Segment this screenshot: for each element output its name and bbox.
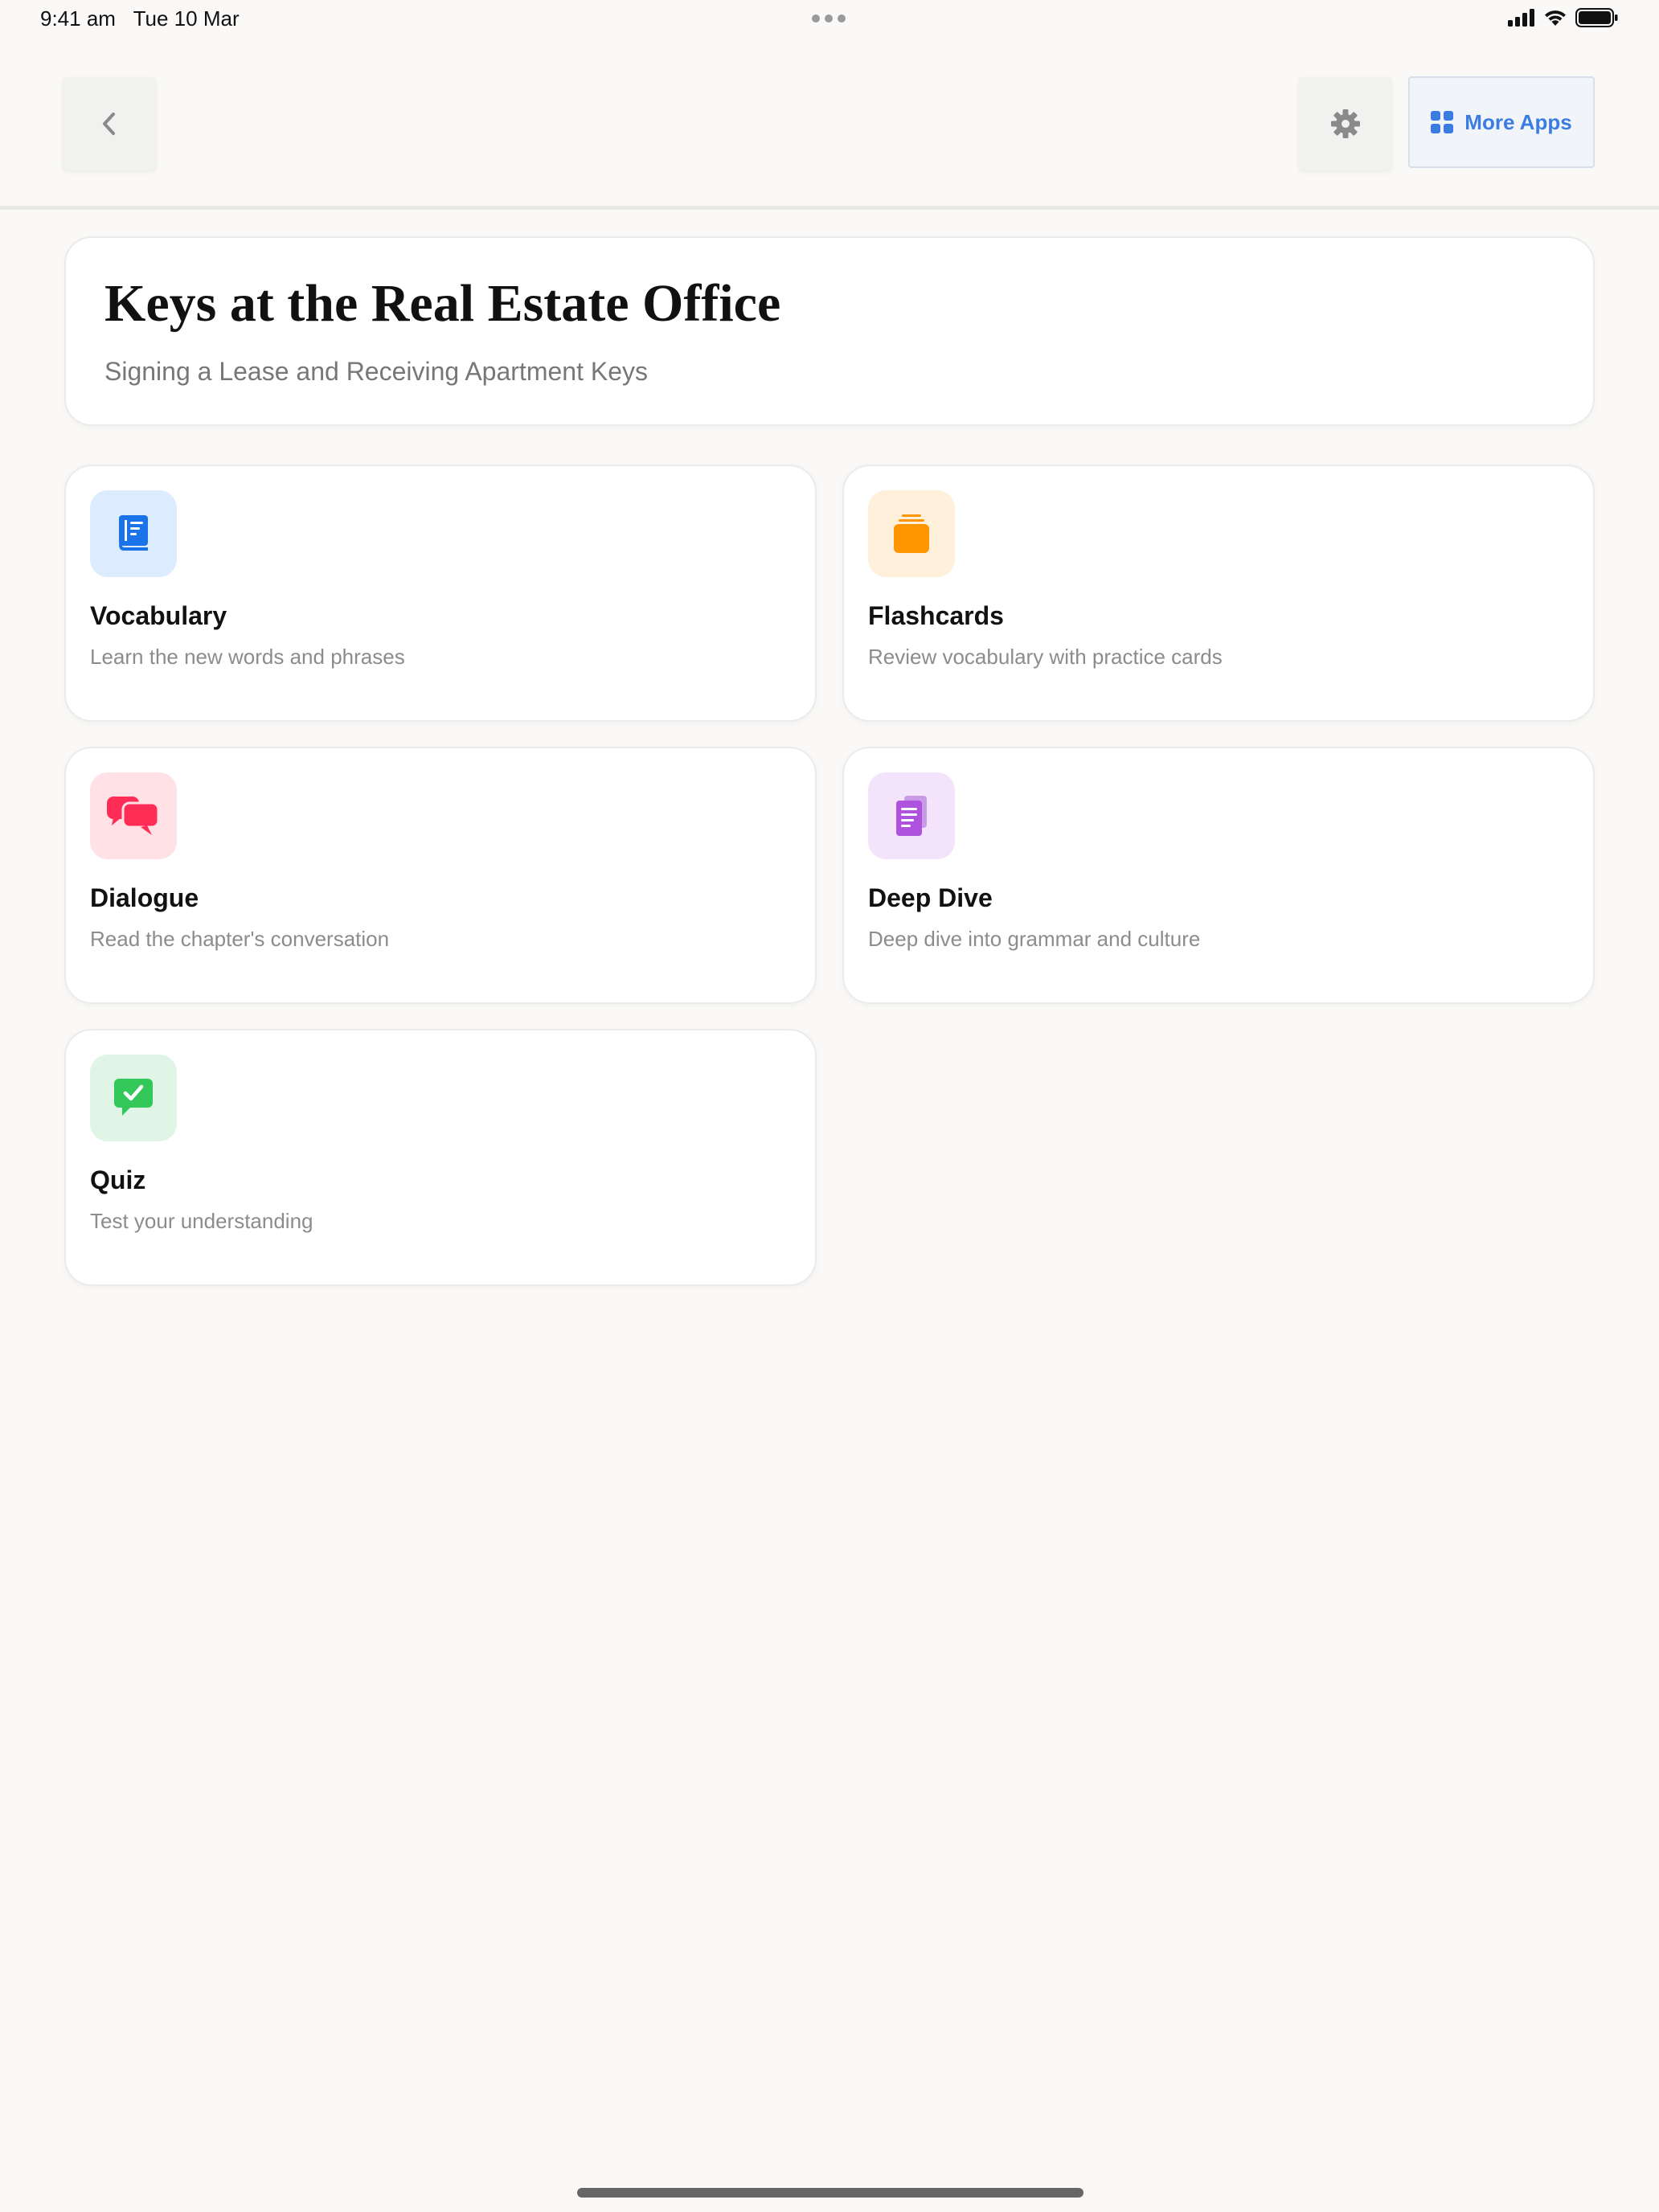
gear-icon bbox=[1331, 109, 1360, 138]
multitasking-dots-icon[interactable] bbox=[812, 14, 846, 23]
page-title: Keys at the Real Estate Office bbox=[104, 274, 781, 333]
deep-dive-icon-tile bbox=[868, 772, 955, 859]
dialogue-description: Read the chapter's conversation bbox=[90, 927, 390, 951]
more-apps-button[interactable]: More Apps bbox=[1408, 76, 1595, 168]
vocabulary-icon-tile bbox=[90, 490, 177, 577]
flashcards-title: Flashcards bbox=[868, 601, 1004, 630]
home-indicator[interactable] bbox=[577, 2188, 1083, 2198]
dialogue-title: Dialogue bbox=[90, 883, 199, 912]
dialogue-card[interactable]: Dialogue Read the chapter's conversation bbox=[64, 747, 817, 1004]
deep-dive-card[interactable]: Deep Dive Deep dive into grammar and cul… bbox=[842, 747, 1595, 1004]
wifi-icon bbox=[1545, 10, 1566, 26]
deep-dive-title: Deep Dive bbox=[868, 883, 993, 912]
document-icon bbox=[896, 796, 927, 836]
vocabulary-card[interactable]: Vocabulary Learn the new words and phras… bbox=[64, 465, 817, 722]
top-toolbar: More Apps bbox=[0, 39, 1659, 210]
chevron-left-icon bbox=[103, 113, 115, 135]
lesson-header-card: Keys at the Real Estate Office Signing a… bbox=[64, 236, 1595, 426]
speech-bubbles-icon bbox=[107, 797, 160, 835]
status-bar: 9:41 am Tue 10 Mar bbox=[0, 0, 1659, 39]
battery-icon bbox=[1575, 8, 1618, 27]
grid-icon bbox=[1431, 111, 1454, 133]
page-subtitle: Signing a Lease and Receiving Apartment … bbox=[104, 357, 648, 386]
quiz-title: Quiz bbox=[90, 1165, 146, 1194]
more-apps-label: More Apps bbox=[1464, 109, 1572, 134]
quiz-card[interactable]: Quiz Test your understanding bbox=[64, 1029, 817, 1286]
card-stack-icon bbox=[894, 514, 929, 553]
cellular-signal-icon bbox=[1508, 9, 1534, 27]
quiz-description: Test your understanding bbox=[90, 1209, 313, 1233]
back-button[interactable] bbox=[63, 77, 156, 170]
status-clock: 9:41 am bbox=[40, 6, 116, 31]
quiz-icon-tile bbox=[90, 1055, 177, 1141]
flashcards-description: Review vocabulary with practice cards bbox=[868, 645, 1223, 669]
vocabulary-title: Vocabulary bbox=[90, 601, 227, 630]
status-indicators bbox=[1508, 8, 1619, 27]
vocabulary-description: Learn the new words and phrases bbox=[90, 645, 405, 669]
dialogue-icon-tile bbox=[90, 772, 177, 859]
flashcards-icon-tile bbox=[868, 490, 955, 577]
status-date: Tue 10 Mar bbox=[133, 6, 240, 31]
status-time: 9:41 am Tue 10 Mar bbox=[40, 6, 240, 31]
book-icon bbox=[119, 515, 148, 551]
deep-dive-description: Deep dive into grammar and culture bbox=[868, 927, 1201, 951]
flashcards-card[interactable]: Flashcards Review vocabulary with practi… bbox=[842, 465, 1595, 722]
checkmark-bubble-icon bbox=[114, 1079, 153, 1116]
settings-button[interactable] bbox=[1299, 77, 1392, 170]
